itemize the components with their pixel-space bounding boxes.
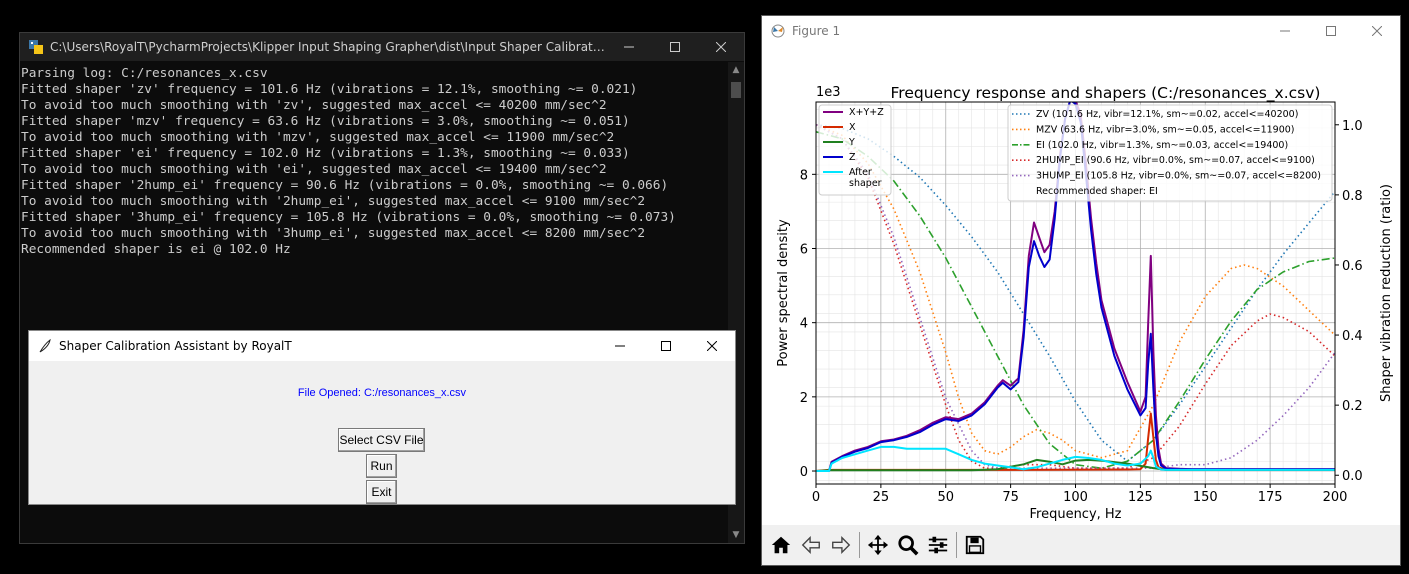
figure-titlebar[interactable]: Figure 1 [762,16,1400,45]
run-button[interactable]: Run [366,454,397,478]
select-csv-button[interactable]: Select CSV File [338,428,425,452]
recommended-shaper-label: Recommended shaper: EI [1036,186,1158,197]
legend-entry: X+Y+Z [849,107,884,118]
dialog-title: Shaper Calibration Assistant by RoyalT [59,339,292,353]
configure-subplots-icon[interactable] [923,530,953,560]
y2-tick-label: 0.6 [1342,259,1363,274]
console-line: Fitted shaper '2hump_ei' frequency = 90.… [21,178,669,193]
maximize-button[interactable] [652,33,698,61]
toolbar-separator [859,532,860,558]
y-tick-label: 8 [800,168,808,183]
console-line: To avoid too much smoothing with 'ei', s… [21,162,607,177]
y-tick-label: 2 [800,391,808,406]
legend-entry: Y [848,137,855,148]
figure-maximize-button[interactable] [1308,16,1354,45]
dialog-close-button[interactable] [689,331,735,361]
psd-legend: X+Y+Z XYZ Aftershaper [818,104,892,196]
console-line: To avoid too much smoothing with '3hump_… [21,226,646,241]
y2-tick-label: 1.0 [1342,119,1363,134]
dialog-maximize-button[interactable] [643,331,689,361]
y2-tick-label: 0.4 [1342,329,1363,344]
y-tick-label: 0 [800,465,808,480]
scrollbar-thumb[interactable] [731,82,741,98]
y-offset-label: 1e3 [816,85,841,100]
back-icon[interactable] [796,530,826,560]
file-opened-label: File Opened: C:/resonances_x.csv [297,387,467,399]
python-app-icon [29,40,43,54]
y-tick-label: 6 [800,242,808,257]
console-line: Fitted shaper 'zv' frequency = 101.6 Hz … [21,82,638,97]
legend-entry: After [849,167,872,178]
legend-entry: 2HUMP_EI (90.6 Hz, vibr=0.0%, sm~=0.07, … [1036,155,1315,166]
x-tick-label: 150 [1193,490,1218,505]
x-tick-label: 50 [937,490,954,505]
legend-entry: shaper [849,178,882,189]
legend-entry: Z [849,152,856,163]
x-tick-label: 0 [812,490,820,505]
y2-tick-label: 0.2 [1342,399,1363,414]
feather-icon [39,338,51,353]
legend-entry: MZV (63.6 Hz, vibr=3.0%, sm~=0.05, accel… [1036,124,1295,135]
calibration-dialog: Shaper Calibration Assistant by RoyalT F… [29,331,735,504]
console-line: To avoid too much smoothing with 'zv', s… [21,98,607,113]
exit-button[interactable]: Exit [366,480,397,504]
y-tick-label: 4 [800,317,808,332]
legend-entry: 3HUMP_EI (105.8 Hz, vibr=0.0%, sm~=0.07,… [1036,171,1321,182]
console-line: Parsing log: C:/resonances_x.csv [21,66,268,81]
console-titlebar[interactable]: C:\Users\RoyalT\PycharmProjects\Klipper … [20,33,744,61]
scroll-down-icon[interactable]: ▼ [728,527,744,543]
forward-icon[interactable] [826,530,856,560]
minimize-button[interactable] [606,33,652,61]
dialog-titlebar[interactable]: Shaper Calibration Assistant by RoyalT [29,331,735,361]
console-line: Fitted shaper 'mzv' frequency = 63.6 Hz … [21,114,630,129]
figure-title: Figure 1 [792,23,841,38]
plot-toolbar [762,525,1400,565]
x-tick-label: 25 [873,490,890,505]
save-icon[interactable] [960,530,990,560]
console-title: C:\Users\RoyalT\PycharmProjects\Klipper … [50,40,606,54]
home-icon[interactable] [766,530,796,560]
console-line: Fitted shaper '3hump_ei' frequency = 105… [21,210,676,225]
console-line: Recommended shaper is ei @ 102.0 Hz [21,242,291,257]
shaper-legend: ZV (101.6 Hz, vibr=12.1%, sm~=0.02, acce… [1007,104,1333,202]
close-button[interactable] [698,33,744,61]
pan-icon[interactable] [863,530,893,560]
console-line: To avoid too much smoothing with 'mzv', … [21,130,615,145]
x-tick-label: 100 [1063,490,1088,505]
console-line: Fitted shaper 'ei' frequency = 102.0 Hz … [21,146,630,161]
x-axis-label: Frequency, Hz [1029,507,1121,522]
x-tick-label: 75 [1002,490,1019,505]
x-tick-label: 200 [1323,490,1348,505]
legend-entry: ZV (101.6 Hz, vibr=12.1%, sm~=0.02, acce… [1036,109,1298,120]
matplotlib-icon [771,24,785,37]
zoom-icon[interactable] [893,530,923,560]
dialog-minimize-button[interactable] [597,331,643,361]
y-axis-label: Power spectral density [776,219,791,367]
figure-close-button[interactable] [1354,16,1400,45]
frequency-response-chart: 0 25 50 75 100 125 150 175 200 0 2 4 6 8 0.0 0.2 0.4 0.6 0… [776,84,1394,522]
chart-title: Frequency response and shapers (C:/reson… [891,84,1321,103]
legend-entry: EI (102.0 Hz, vibr=1.3%, sm~=0.03, accel… [1036,140,1288,151]
console-line: To avoid too much smoothing with '2hump_… [21,194,646,209]
toolbar-separator [956,532,957,558]
legend-entry: X [849,122,856,133]
y2-tick-label: 0.0 [1342,469,1363,484]
figure-window: Figure 1 0 25 50 75 100 125 150 175 200 0 2 4 6 8 0.0 0… [761,15,1401,566]
x-tick-label: 125 [1128,490,1153,505]
y2-axis-label: Shaper vibration reduction (ratio) [1379,184,1394,402]
y2-tick-label: 0.8 [1342,189,1363,204]
figure-minimize-button[interactable] [1262,16,1308,45]
x-tick-label: 175 [1258,490,1283,505]
scroll-up-icon[interactable]: ▲ [728,62,744,78]
